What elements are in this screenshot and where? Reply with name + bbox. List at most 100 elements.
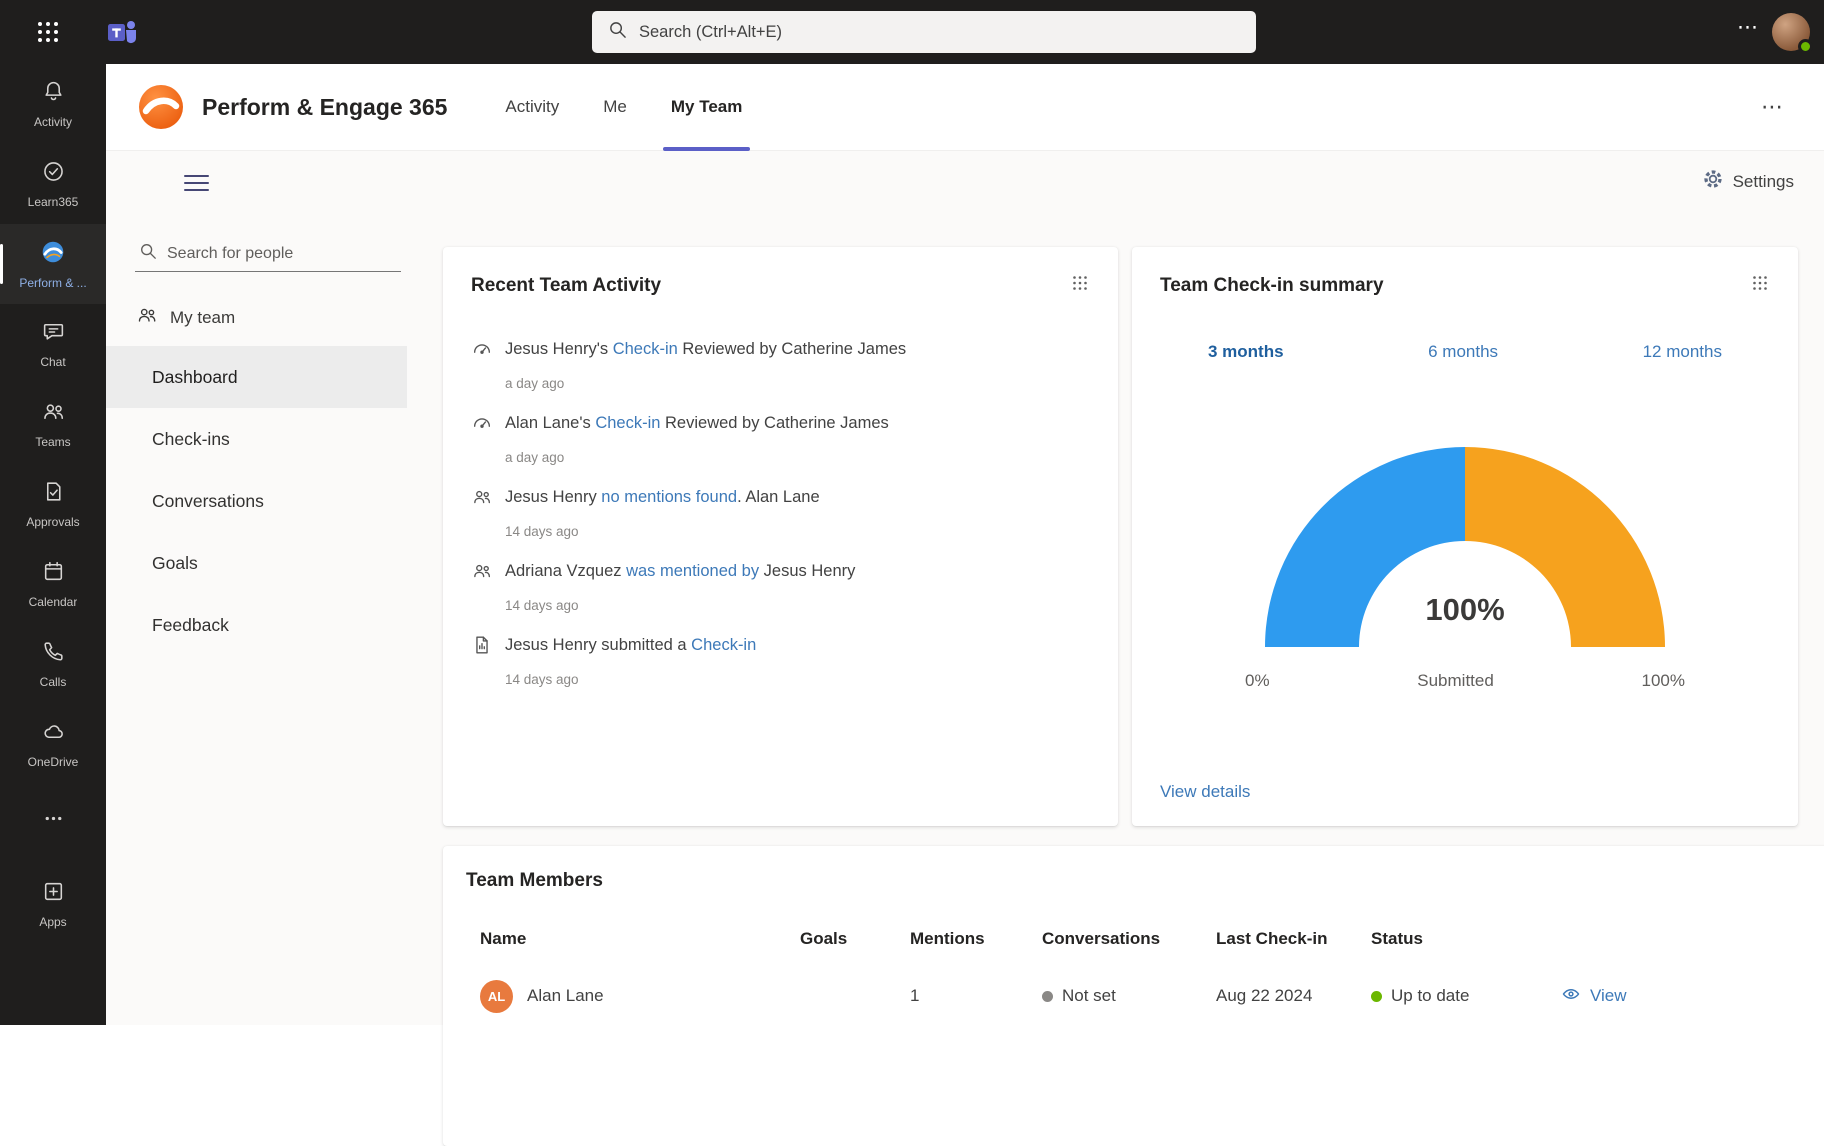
table-header-row: Name Goals Mentions Conversations Last C… [443,929,1824,949]
search-icon [608,20,627,44]
period-3-months[interactable]: 3 months [1208,342,1284,362]
view-member-button[interactable]: View [1561,985,1824,1008]
teams-logo-icon[interactable] [106,17,138,47]
view-details-link[interactable]: View details [1160,782,1770,802]
up-to-date-dot-icon [1371,991,1382,1002]
period-12-months[interactable]: 12 months [1643,342,1722,362]
feed-text: Alan Lane's Check-in Reviewed by Catheri… [505,412,889,434]
people-icon [471,560,493,588]
rail-item-calls[interactable]: Calls [0,624,106,704]
global-search-bar[interactable] [592,11,1256,53]
cell-status: Up to date [1371,986,1561,1006]
my-team-group[interactable]: My team [136,304,235,331]
feed-timestamp: 14 days ago [505,672,1090,687]
app-rail: Activity Learn365 Perform & ... Chat [0,64,106,1025]
rail-item-label: Perform & ... [19,276,86,290]
dashboard-nav: Dashboard Check-ins Conversations Goals … [106,346,407,656]
feed-text: Adriana Vzquez was mentioned by Jesus He… [505,560,855,582]
checkin-review-icon [471,338,493,366]
rail-item-label: Calls [40,675,67,689]
card-title: Recent Team Activity [471,275,661,297]
rail-item-apps[interactable]: Apps [0,864,106,944]
more-dots-icon [41,806,66,836]
rail-item-more[interactable] [0,784,106,864]
mentions-link[interactable]: no mentions found [601,488,737,506]
feed-item: Jesus Henry no mentions found. Alan Lane… [471,486,1090,539]
column-header-last-checkin: Last Check-in [1216,929,1371,949]
table-row[interactable]: AL Alan Lane 1 Not set Aug 22 2024 Up to… [443,973,1824,1019]
checkin-review-icon [471,412,493,440]
feed-item: Adriana Vzquez was mentioned by Jesus He… [471,560,1090,613]
user-avatar[interactable] [1772,13,1810,51]
chat-icon [41,319,66,349]
rail-item-approvals[interactable]: Approvals [0,464,106,544]
column-header-conversations: Conversations [1042,929,1216,949]
mentioned-by-link[interactable]: was mentioned by [626,562,759,580]
gauge-chart: 100% [1255,432,1675,657]
people-group-icon [136,304,158,331]
rail-item-learn365[interactable]: Learn365 [0,144,106,224]
app-tabs: Activity Me My Team [483,64,764,151]
feed-timestamp: a day ago [505,450,1090,465]
rail-item-label: Activity [34,115,72,129]
tab-me[interactable]: Me [581,64,649,151]
period-6-months[interactable]: 6 months [1428,342,1498,362]
waffle-menu-icon[interactable] [36,20,60,44]
people-search-field[interactable] [135,236,401,272]
rail-item-teams[interactable]: Teams [0,384,106,464]
cell-mentions: 1 [910,986,1042,1006]
settings-button[interactable]: Settings [1702,168,1794,195]
main-content: Perform & Engage 365 Activity Me My Team… [106,64,1824,1025]
rail-item-label: Approvals [26,515,79,529]
check-in-link[interactable]: Check-in [595,414,660,432]
presence-available-icon [1798,39,1813,54]
rail-item-activity[interactable]: Activity [0,64,106,144]
gauge-min-label: 0% [1245,671,1270,691]
phone-icon [41,639,66,669]
rail-item-chat[interactable]: Chat [0,304,106,384]
tab-my-team[interactable]: My Team [649,64,765,151]
check-in-link[interactable]: Check-in [613,340,678,358]
team-checkin-summary-card: Team Check-in summary 3 months 6 months … [1132,247,1798,826]
gauge-axis-labels: 0% Submitted 100% [1245,671,1685,691]
gauge-max-label: 100% [1642,671,1685,691]
collapse-menu-button[interactable] [184,170,209,196]
feed-text: Jesus Henry's Check-in Reviewed by Cathe… [505,338,906,360]
feed-timestamp: 14 days ago [505,598,1090,613]
drag-handle-icon[interactable] [1070,273,1090,298]
tab-activity[interactable]: Activity [483,64,581,151]
people-icon [471,486,493,514]
approvals-icon [41,479,66,509]
recent-team-activity-card: Recent Team Activity Jesus Henry's Check… [443,247,1118,826]
people-search-input[interactable] [167,245,397,263]
nav-item-feedback[interactable]: Feedback [106,594,407,656]
nav-item-dashboard[interactable]: Dashboard [106,346,407,408]
eye-icon [1561,985,1581,1008]
settings-label: Settings [1733,172,1794,192]
column-header-mentions: Mentions [910,929,1042,949]
not-set-dot-icon [1042,991,1053,1002]
member-avatar: AL [480,980,513,1013]
app-more-button[interactable]: ⋯ [1761,94,1784,120]
drag-handle-icon[interactable] [1750,273,1770,298]
feed-item: Jesus Henry's Check-in Reviewed by Cathe… [471,338,1090,391]
check-in-link[interactable]: Check-in [691,636,756,654]
gear-icon [1702,168,1724,195]
rail-item-calendar[interactable]: Calendar [0,544,106,624]
nav-item-goals[interactable]: Goals [106,532,407,594]
column-header-goals: Goals [800,929,910,949]
nav-item-conversations[interactable]: Conversations [106,470,407,532]
apps-plus-icon [41,879,66,909]
feed-timestamp: a day ago [505,376,1090,391]
topbar-more-button[interactable]: ⋯ [1737,15,1760,40]
column-header-name: Name [480,929,800,949]
app-title: Perform & Engage 365 [202,94,447,121]
learn365-icon [41,159,66,189]
rail-item-perform-engage[interactable]: Perform & ... [0,224,106,304]
feed-text: Jesus Henry no mentions found. Alan Lane [505,486,820,508]
rail-item-onedrive[interactable]: OneDrive [0,704,106,784]
nav-item-check-ins[interactable]: Check-ins [106,408,407,470]
calendar-icon [41,559,66,589]
search-input[interactable] [639,23,1240,42]
column-header-status: Status [1371,929,1561,949]
